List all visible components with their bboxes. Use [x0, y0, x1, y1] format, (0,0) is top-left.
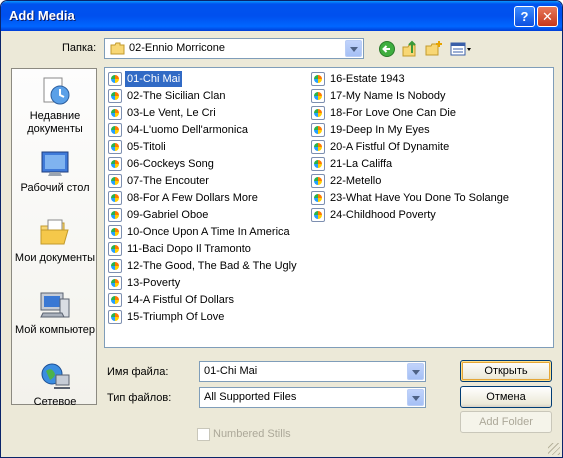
media-file-icon — [311, 72, 325, 86]
media-file-icon — [108, 174, 122, 188]
place-network[interactable]: Сетевое — [12, 361, 98, 409]
lookin-combo[interactable]: 02-Ennio Morricone — [104, 38, 364, 59]
recent-documents-icon — [43, 77, 70, 105]
file-name: 22-Metello — [330, 175, 382, 187]
title-bar[interactable]: Add Media ? ✕ — [1, 1, 562, 31]
media-file-icon — [311, 208, 325, 222]
file-name: 02-The Sicilian Clan — [127, 90, 226, 102]
file-name: 10-Once Upon A Time In America — [127, 226, 290, 238]
network-icon — [41, 363, 70, 389]
filename-label: Имя файла: — [107, 366, 169, 378]
place-label: Мои документы — [14, 252, 96, 264]
my-computer-icon — [40, 292, 70, 318]
numbered-stills-label: Numbered Stills — [213, 428, 291, 440]
chevron-down-icon[interactable] — [407, 389, 424, 406]
places-bar: Недавние документы Рабочий стол Мои доку… — [11, 68, 98, 408]
media-file-icon — [108, 191, 122, 205]
media-file-icon — [108, 123, 122, 137]
place-desktop[interactable]: Рабочий стол — [12, 147, 98, 195]
media-file-icon — [311, 174, 325, 188]
lookin-value: 02-Ennio Morricone — [129, 42, 225, 54]
media-file-icon — [108, 72, 122, 86]
file-name: 11-Baci Dopo Il Tramonto — [127, 243, 251, 255]
file-list[interactable]: 01-Chi Mai 02-The Sicilian Clan 03-Le Vent… — [104, 67, 554, 348]
file-name: 07-The Encouter — [127, 175, 209, 187]
media-file-icon — [108, 89, 122, 103]
media-file-icon — [311, 157, 325, 171]
media-file-icon — [108, 276, 122, 290]
filetype-label: Тип файлов: — [107, 392, 172, 404]
file-name: 05-Titoli — [127, 141, 166, 153]
filetype-select[interactable]: All Supported Files — [199, 387, 426, 408]
media-file-icon — [108, 106, 122, 120]
folder-icon — [110, 42, 125, 55]
file-name: 14-A Fistful Of Dollars — [127, 294, 234, 306]
file-name: 23-What Have You Done To Solange — [330, 192, 509, 204]
window-title: Add Media — [9, 8, 75, 23]
file-name: 15-Triumph Of Love — [127, 311, 225, 323]
place-my-computer[interactable]: Мой компьютер — [12, 289, 98, 337]
file-name: 21-La Califfa — [330, 158, 393, 170]
add-media-dialog: Add Media ? ✕ Папка: 02-Ennio Morricone — [0, 0, 563, 458]
open-button[interactable]: Открыть — [460, 360, 552, 382]
file-name: 12-The Good, The Bad & The Ugly — [127, 260, 297, 272]
filename-field[interactable]: 01-Chi Mai — [199, 361, 426, 382]
views-menu-icon[interactable] — [449, 40, 473, 58]
lookin-label: Папка: — [62, 42, 97, 54]
cancel-button[interactable]: Отмена — [460, 386, 552, 408]
place-my-documents[interactable]: Мои документы — [12, 217, 98, 265]
file-name: 19-Deep In My Eyes — [330, 124, 430, 136]
numbered-stills-checkbox[interactable] — [197, 428, 210, 441]
media-file-icon — [311, 191, 325, 205]
place-recent-documents[interactable]: Недавние документы — [12, 75, 98, 136]
media-file-icon — [108, 208, 122, 222]
media-file-icon — [108, 242, 122, 256]
place-label: Сетевое — [33, 396, 77, 408]
file-name: 03-Le Vent, Le Cri — [127, 107, 216, 119]
media-file-icon — [311, 89, 325, 103]
media-file-icon — [311, 140, 325, 154]
media-file-icon — [108, 225, 122, 239]
chevron-down-icon[interactable] — [345, 40, 362, 57]
filename-value: 01-Chi Mai — [204, 365, 258, 377]
file-name: 06-Cockeys Song — [127, 158, 214, 170]
close-button[interactable]: ✕ — [537, 6, 558, 27]
file-name: 24-Childhood Poverty — [330, 209, 436, 221]
desktop-icon — [41, 151, 69, 176]
file-name: 01-Chi Mai — [123, 70, 184, 88]
up-folder-icon[interactable] — [401, 40, 421, 58]
add-folder-button[interactable]: Add Folder — [460, 411, 552, 433]
place-label: Рабочий стол — [20, 182, 90, 194]
help-button[interactable]: ? — [514, 6, 535, 27]
place-label: Мой компьютер — [14, 324, 96, 336]
file-name: 08-For A Few Dollars More — [127, 192, 258, 204]
file-name: 20-A Fistful Of Dynamite — [330, 141, 450, 153]
media-file-icon — [108, 140, 122, 154]
place-label: Недавние документы — [27, 110, 83, 135]
chevron-down-icon[interactable] — [407, 363, 424, 380]
file-name: 09-Gabriel Oboe — [127, 209, 209, 221]
file-name: 13-Poverty — [127, 277, 181, 289]
media-file-icon — [311, 106, 325, 120]
resize-grip[interactable] — [548, 443, 560, 455]
media-file-icon — [311, 123, 325, 137]
media-file-icon — [108, 293, 122, 307]
file-name: 17-My Name Is Nobody — [330, 90, 446, 102]
media-file-icon — [108, 310, 122, 324]
media-file-icon — [108, 259, 122, 273]
filetype-value: All Supported Files — [204, 391, 297, 403]
back-arrow-icon[interactable] — [378, 40, 398, 58]
new-folder-icon[interactable] — [424, 40, 444, 58]
file-name: 04-L'uomo Dell'armonica — [127, 124, 248, 136]
my-documents-icon — [40, 219, 69, 245]
file-name: 18-For Love One Can Die — [330, 107, 456, 119]
file-name: 16-Estate 1943 — [330, 73, 405, 85]
media-file-icon — [108, 157, 122, 171]
